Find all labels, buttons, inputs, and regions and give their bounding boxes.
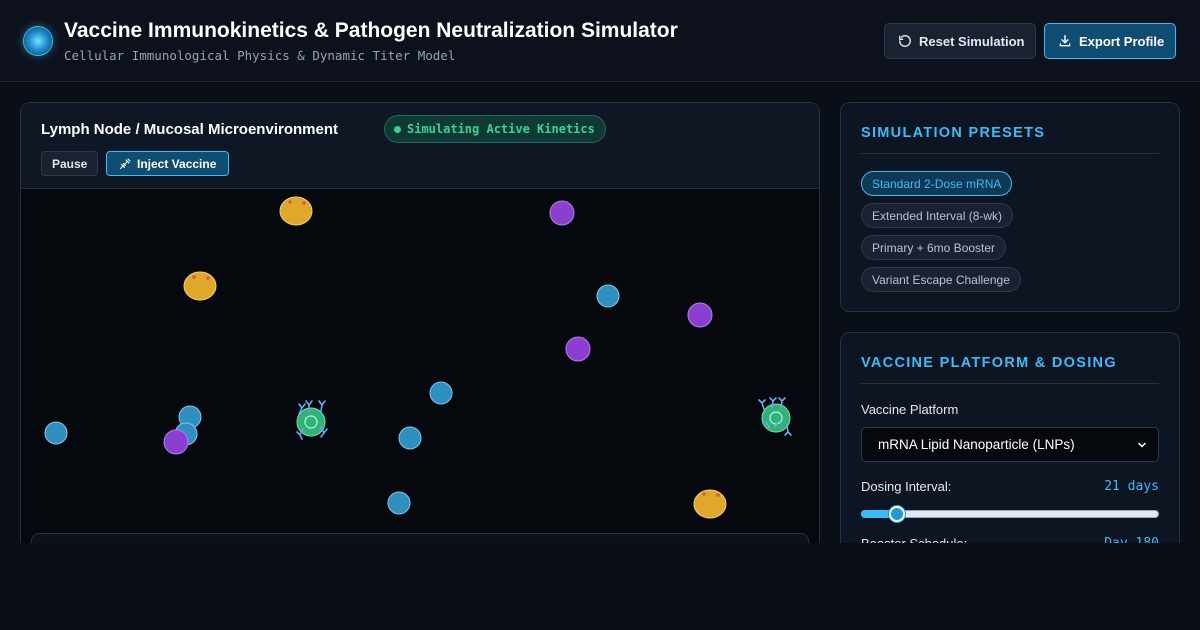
vaccine-platform-select[interactable]: mRNA Lipid Nanoparticle (LNPs) bbox=[861, 427, 1159, 462]
b-cell bbox=[398, 426, 422, 450]
virus-particle bbox=[163, 429, 189, 455]
viewport-bottom bbox=[0, 543, 1200, 630]
plasma-cell bbox=[279, 196, 313, 226]
b-cell bbox=[429, 381, 453, 405]
simulation-presets-card: SIMULATION PRESETS Standard 2-Dose mRNA … bbox=[840, 102, 1180, 312]
reset-simulation-label: Reset Simulation bbox=[919, 33, 1025, 49]
divider bbox=[861, 153, 1159, 154]
divider bbox=[861, 383, 1159, 384]
app-header: Vaccine Immunokinetics & Pathogen Neutra… bbox=[0, 0, 1200, 82]
simulation-panel: Lymph Node / Mucosal Microenvironment Si… bbox=[20, 102, 820, 562]
presets-title: SIMULATION PRESETS bbox=[861, 125, 1046, 141]
status-text: Simulating Active Kinetics bbox=[407, 122, 595, 136]
virus-particle bbox=[549, 200, 575, 226]
chevron-down-icon bbox=[1138, 442, 1146, 447]
vaccine-platform-value: mRNA Lipid Nanoparticle (LNPs) bbox=[878, 437, 1075, 452]
dosing-interval-value: 21 days bbox=[1104, 479, 1159, 494]
simulation-panel-header: Lymph Node / Mucosal Microenvironment Si… bbox=[21, 103, 819, 189]
inject-vaccine-button[interactable]: Inject Vaccine bbox=[106, 151, 230, 176]
t-cell-with-antibodies bbox=[296, 400, 328, 440]
b-cell bbox=[387, 491, 411, 515]
logo-icon bbox=[24, 27, 52, 55]
syringe-icon bbox=[119, 157, 131, 169]
virus-particle bbox=[565, 336, 591, 362]
status-badge: Simulating Active Kinetics bbox=[384, 115, 606, 143]
virus-particle bbox=[687, 302, 713, 328]
vaccine-platform-label: Vaccine Platform bbox=[861, 402, 959, 417]
dosing-interval-slider[interactable] bbox=[861, 506, 1159, 522]
inject-vaccine-label: Inject Vaccine bbox=[137, 156, 217, 171]
reset-icon bbox=[899, 35, 911, 47]
export-profile-label: Export Profile bbox=[1079, 33, 1165, 49]
preset-standard-2-dose[interactable]: Standard 2-Dose mRNA bbox=[861, 171, 1013, 196]
b-cell bbox=[44, 421, 68, 445]
reset-simulation-button[interactable]: Reset Simulation bbox=[884, 23, 1036, 59]
plasma-cell bbox=[693, 489, 727, 519]
preset-variant-escape[interactable]: Variant Escape Challenge bbox=[861, 267, 1021, 292]
export-profile-button[interactable]: Export Profile bbox=[1044, 23, 1176, 59]
b-cell bbox=[596, 284, 620, 308]
plasma-cell bbox=[183, 271, 217, 301]
preset-extended-interval[interactable]: Extended Interval (8-wk) bbox=[861, 203, 1014, 228]
slider-track bbox=[861, 510, 1159, 518]
platform-title: VACCINE PLATFORM & DOSING bbox=[861, 355, 1117, 371]
simulation-title: Lymph Node / Mucosal Microenvironment bbox=[41, 121, 338, 138]
page-title: Vaccine Immunokinetics & Pathogen Neutra… bbox=[64, 19, 678, 42]
pause-button[interactable]: Pause bbox=[41, 151, 99, 176]
dosing-interval-label: Dosing Interval: bbox=[861, 479, 952, 494]
vaccine-platform-card: VACCINE PLATFORM & DOSING Vaccine Platfo… bbox=[840, 332, 1180, 572]
slider-thumb[interactable] bbox=[888, 506, 905, 522]
t-cell-with-antibodies bbox=[758, 397, 792, 436]
status-dot-icon bbox=[394, 125, 401, 133]
page-subtitle: Cellular Immunological Physics & Dynamic… bbox=[64, 48, 456, 63]
simulation-canvas[interactable] bbox=[21, 189, 819, 561]
preset-primary-booster[interactable]: Primary + 6mo Booster bbox=[861, 235, 1007, 260]
download-icon bbox=[1059, 35, 1071, 47]
